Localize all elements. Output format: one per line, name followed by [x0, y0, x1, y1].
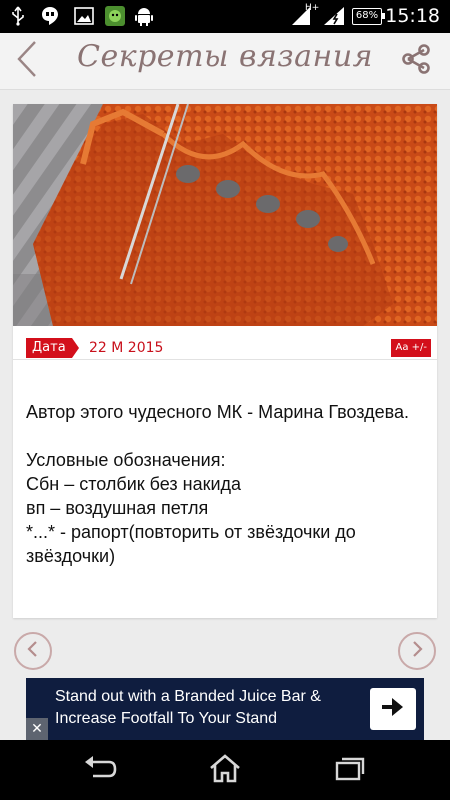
chevron-left-icon	[15, 40, 39, 82]
usb-icon	[10, 6, 26, 26]
ad-close-button[interactable]: ✕	[26, 718, 48, 740]
chevron-right-circle-icon	[410, 640, 424, 662]
legend-title: Условные обозначения:	[26, 450, 226, 470]
ad-banner[interactable]: Stand out with a Branded Juice Bar & Inc…	[26, 678, 424, 740]
legend-item: вп – воздушная петля	[26, 498, 209, 518]
home-icon	[208, 753, 242, 787]
next-article-button[interactable]	[398, 632, 436, 670]
home-nav-button[interactable]	[205, 752, 245, 788]
article-body: Автор этого чудесного МК - Марина Гвозде…	[26, 400, 426, 568]
page-title: Секреты вязания	[76, 39, 373, 74]
prev-article-button[interactable]	[14, 632, 52, 670]
wifi-icon	[323, 6, 345, 26]
android-icon	[134, 6, 154, 26]
clock: 15:18	[385, 5, 440, 27]
legend-item: *...* - рапорт(повторить от звёздочки до…	[26, 522, 356, 566]
font-size-button[interactable]: Aa +/-	[391, 339, 431, 357]
recent-apps-nav-button[interactable]	[330, 752, 370, 788]
gallery-icon	[74, 6, 94, 26]
network-type-label: H+	[305, 3, 320, 13]
battery-icon: 68%	[352, 8, 385, 25]
arrow-right-icon	[380, 696, 406, 722]
app-header: Секреты вязания	[0, 33, 450, 90]
date-badge: Дата	[26, 338, 79, 358]
article-meta: Дата 22 M 2015 Aa +/-	[13, 326, 437, 360]
system-nav-bar	[0, 740, 450, 800]
legend-item: Сбн – столбик без накида	[26, 474, 242, 494]
article-card: Дата 22 M 2015 Aa +/- Автор этого чудесн…	[13, 104, 437, 618]
share-button[interactable]	[398, 43, 434, 79]
battery-level: 68%	[355, 10, 379, 21]
article-photo	[13, 104, 437, 326]
ad-cta-button[interactable]	[370, 688, 416, 730]
chevron-left-circle-icon	[26, 640, 40, 662]
back-nav-button[interactable]	[80, 752, 120, 788]
date-value: 22 M 2015	[89, 340, 164, 356]
status-bar: H+ 68% 15:18	[0, 0, 450, 33]
game-icon	[103, 6, 127, 26]
ad-text: Stand out with a Branded Juice Bar & Inc…	[55, 688, 321, 727]
hangouts-icon	[40, 6, 60, 26]
back-icon	[83, 756, 117, 784]
author-line: Автор этого чудесного МК - Марина Гвозде…	[26, 402, 410, 422]
back-button[interactable]	[10, 41, 44, 81]
recent-apps-icon	[334, 754, 366, 786]
share-icon	[399, 42, 433, 80]
